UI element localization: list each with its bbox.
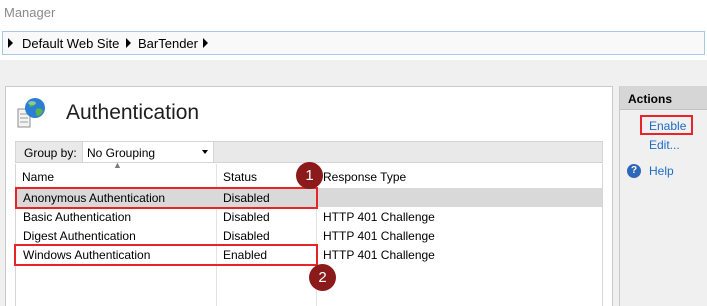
row-name: Digest Authentication	[23, 229, 136, 243]
row-response-type: HTTP 401 Challenge	[323, 248, 435, 262]
highlight-box-windows	[14, 244, 318, 266]
breadcrumb-bartender[interactable]: BarTender	[138, 36, 198, 51]
chevron-right-icon[interactable]	[126, 38, 131, 48]
page-title: Authentication	[66, 101, 200, 124]
table-row[interactable]: Digest Authentication Disabled HTTP 401 …	[16, 226, 602, 245]
step-badge-1: 1	[296, 162, 323, 189]
help-icon[interactable]: ?	[627, 164, 641, 178]
highlight-box-enable	[640, 115, 693, 135]
breadcrumb-default-web-site[interactable]: Default Web Site	[22, 36, 119, 51]
row-response-type: HTTP 401 Challenge	[323, 229, 435, 243]
row-response-type: HTTP 401 Challenge	[323, 210, 435, 224]
edit-link[interactable]: Edit...	[649, 138, 680, 152]
actions-header-label: Actions	[628, 92, 673, 106]
highlight-box-anonymous	[15, 187, 318, 209]
address-bar[interactable]: Default Web Site BarTender	[2, 31, 705, 55]
group-by-value: No Grouping	[87, 146, 156, 160]
sort-ascending-icon: ▲	[113, 160, 122, 170]
chevron-right-icon[interactable]	[203, 38, 208, 48]
group-by-dropdown[interactable]: No Grouping	[82, 142, 214, 162]
actions-header: Actions	[620, 86, 707, 110]
row-status: Disabled	[223, 210, 270, 224]
chevron-down-icon	[202, 150, 208, 154]
window-title: Manager	[4, 5, 56, 20]
column-header-response-type[interactable]: Response Type	[323, 170, 406, 184]
globe-icon	[17, 98, 45, 128]
row-status: Disabled	[223, 229, 270, 243]
chevron-right-icon[interactable]	[8, 38, 13, 48]
column-header-name[interactable]: Name	[22, 170, 54, 184]
title-bar: Manager	[0, 0, 707, 28]
group-by-label: Group by:	[24, 146, 77, 160]
table-row[interactable]: Basic Authentication Disabled HTTP 401 C…	[16, 207, 602, 226]
help-link[interactable]: Help	[649, 164, 674, 178]
row-name: Basic Authentication	[23, 210, 132, 224]
step-badge-2: 2	[309, 264, 336, 291]
column-header-status[interactable]: Status	[223, 170, 257, 184]
group-by-bar: Group by: No Grouping	[15, 141, 603, 163]
